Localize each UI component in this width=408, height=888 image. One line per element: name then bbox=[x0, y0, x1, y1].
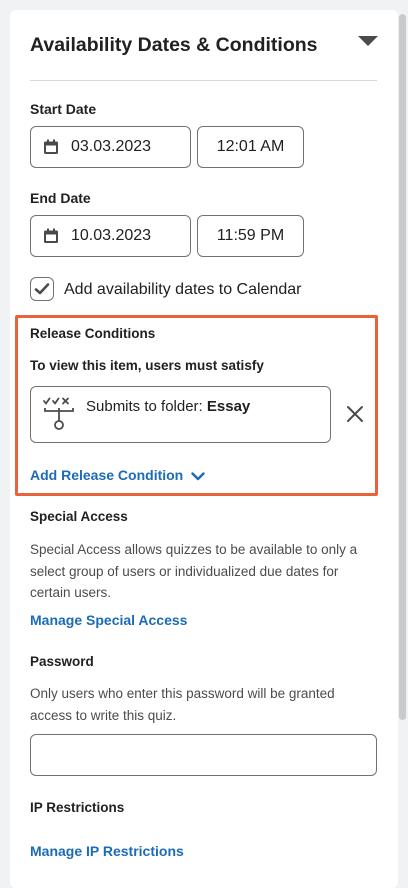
release-conditions-heading: Release Conditions bbox=[30, 326, 156, 341]
condition-value: Essay bbox=[206, 398, 251, 415]
close-icon[interactable] bbox=[346, 405, 364, 423]
manage-ip-restrictions-link[interactable]: Manage IP Restrictions bbox=[30, 843, 184, 859]
end-time-value: 11:59 PM bbox=[216, 227, 285, 244]
password-description: Only users who enter this password will … bbox=[30, 686, 335, 723]
add-release-condition-link[interactable]: Add Release Condition bbox=[30, 467, 205, 483]
collapse-caret-icon[interactable] bbox=[358, 36, 378, 46]
start-date-label: Start Date bbox=[30, 101, 97, 117]
password-input[interactable] bbox=[30, 734, 377, 776]
ip-restrictions-heading: IP Restrictions bbox=[30, 800, 125, 815]
condition-prefix: Submits to folder: bbox=[86, 398, 203, 415]
special-access-description: Special Access allows quizzes to be avai… bbox=[30, 542, 358, 600]
manage-special-access-link[interactable]: Manage Special Access bbox=[30, 612, 187, 628]
calendar-checkbox[interactable] bbox=[30, 277, 54, 301]
password-heading: Password bbox=[30, 654, 94, 669]
release-condition-icon bbox=[43, 397, 74, 430]
end-date-label: End Date bbox=[30, 190, 91, 206]
start-time-value: 12:01 AM bbox=[216, 138, 285, 155]
start-date-value: 03.03.2023 bbox=[71, 138, 152, 155]
start-date-input[interactable]: 03.03.2023 bbox=[30, 126, 191, 168]
calendar-icon bbox=[44, 228, 58, 243]
checkmark-icon bbox=[34, 283, 50, 295]
release-condition-item: Submits to folder: Essay bbox=[30, 386, 331, 443]
add-release-condition-label: Add Release Condition bbox=[30, 467, 184, 483]
end-time-input[interactable]: 11:59 PM bbox=[197, 215, 304, 257]
special-access-heading: Special Access bbox=[30, 509, 128, 524]
section-title: Availability Dates & Conditions bbox=[30, 34, 318, 56]
release-condition-text: Submits to folder: Essay bbox=[86, 398, 250, 415]
scrollbar-thumb[interactable] bbox=[399, 14, 406, 720]
divider bbox=[30, 80, 377, 81]
release-conditions-subheading: To view this item, users must satisfy bbox=[30, 358, 264, 373]
start-time-input[interactable]: 12:01 AM bbox=[197, 126, 304, 168]
chevron-down-icon bbox=[191, 472, 205, 480]
end-date-value: 10.03.2023 bbox=[71, 227, 152, 244]
end-date-input[interactable]: 10.03.2023 bbox=[30, 215, 191, 257]
calendar-icon bbox=[44, 139, 58, 154]
calendar-checkbox-label[interactable]: Add availability dates to Calendar bbox=[64, 281, 301, 299]
